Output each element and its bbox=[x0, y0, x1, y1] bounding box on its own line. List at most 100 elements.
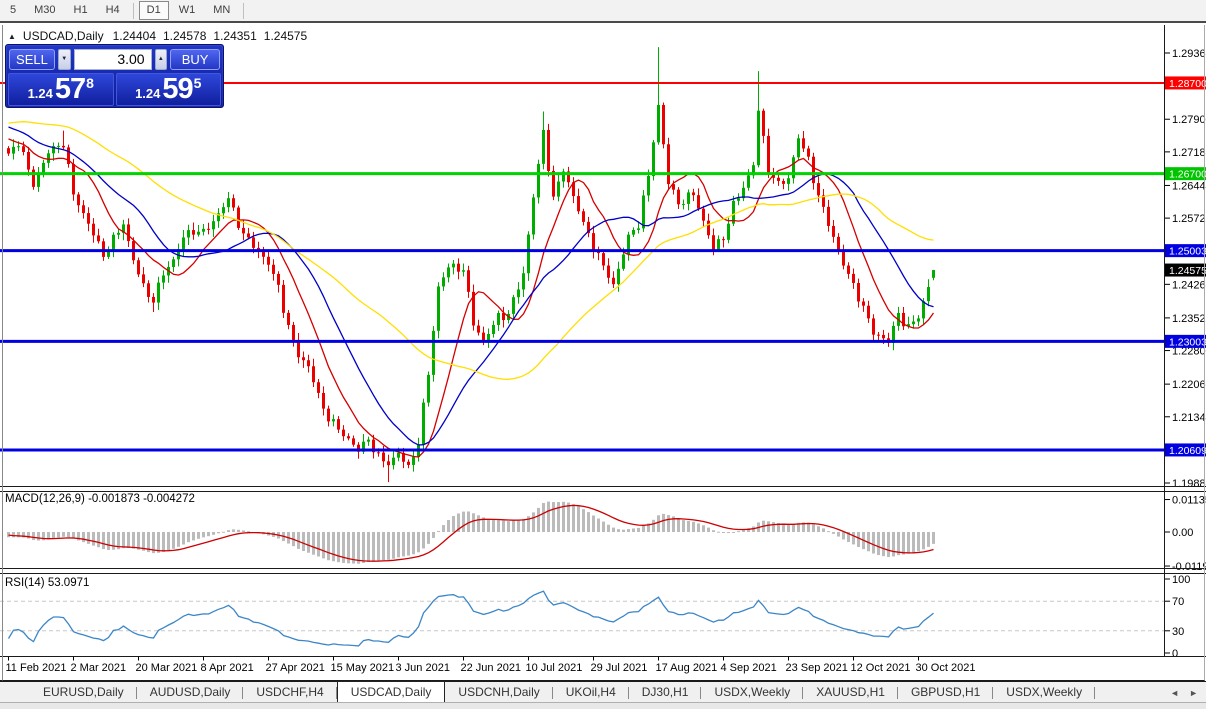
timeframe-button-h1[interactable]: H1 bbox=[66, 1, 96, 20]
chart-tab-usdx-weekly-2[interactable]: USDX,Weekly bbox=[993, 683, 1095, 702]
candle-body bbox=[22, 146, 25, 152]
chart-tab-usdx-weekly[interactable]: USDX,Weekly bbox=[701, 683, 803, 702]
candle-body bbox=[82, 205, 85, 213]
macd-histogram-bar bbox=[472, 513, 475, 532]
candle-body bbox=[717, 239, 720, 249]
candle-body bbox=[202, 229, 205, 232]
candle-body bbox=[227, 198, 230, 207]
candle-body bbox=[917, 318, 920, 321]
candle-body bbox=[927, 287, 930, 301]
macd-histogram-bar bbox=[857, 532, 860, 547]
macd-histogram-bar bbox=[427, 532, 430, 544]
macd-histogram-bar bbox=[477, 515, 480, 532]
chart-tab-audusd-daily[interactable]: AUDUSD,Daily bbox=[137, 683, 244, 702]
candle-body bbox=[27, 152, 30, 170]
timeframe-button-w1[interactable]: W1 bbox=[171, 1, 204, 20]
candle-body bbox=[667, 144, 670, 184]
candle-body bbox=[682, 204, 685, 205]
candle-body bbox=[477, 326, 480, 333]
price-tick-label: 1.19880 bbox=[1172, 478, 1206, 490]
timeframe-button-m30[interactable]: M30 bbox=[26, 1, 63, 20]
macd-histogram-bar bbox=[632, 528, 635, 532]
candle-body bbox=[632, 230, 635, 235]
macd-histogram-bar bbox=[112, 532, 115, 550]
ohlc-close: 1.24575 bbox=[264, 29, 307, 43]
macd-histogram-bar bbox=[877, 532, 880, 555]
candle-body bbox=[592, 233, 595, 251]
buy-price-prefix: 1.24 bbox=[135, 86, 160, 101]
sell-button[interactable]: SELL bbox=[9, 49, 55, 70]
chart-tab-usdchf-h4[interactable]: USDCHF,H4 bbox=[243, 683, 336, 702]
macd-pane: MACD(12,26,9) -0.001873 -0.0042720.01135… bbox=[5, 493, 1206, 573]
chart-tab-xauusd-h1[interactable]: XAUUSD,H1 bbox=[803, 683, 898, 702]
buy-price[interactable]: 1.24595 bbox=[116, 73, 222, 106]
candle-body bbox=[737, 198, 740, 201]
chart-tab-gbpusd-h1[interactable]: GBPUSD,H1 bbox=[898, 683, 993, 702]
candle-body bbox=[932, 270, 935, 278]
timeframe-button-h4[interactable]: H4 bbox=[98, 1, 128, 20]
price-tick-label: 1.23520 bbox=[1172, 313, 1206, 325]
candle-body bbox=[377, 452, 380, 453]
macd-histogram-bar bbox=[37, 532, 40, 541]
candle-body bbox=[87, 213, 90, 224]
candle-body bbox=[342, 430, 345, 437]
macd-histogram-bar bbox=[422, 532, 425, 548]
candle-body bbox=[547, 130, 550, 171]
macd-histogram-bar bbox=[307, 532, 310, 553]
chart-tab-dj30-h1[interactable]: DJ30,H1 bbox=[629, 683, 702, 702]
timeframe-button-mn[interactable]: MN bbox=[205, 1, 238, 20]
candle-body bbox=[852, 274, 855, 283]
candle-body bbox=[777, 178, 780, 181]
candle-body bbox=[327, 409, 330, 422]
macd-histogram-bar bbox=[317, 532, 320, 556]
macd-histogram-bar bbox=[362, 532, 365, 563]
macd-histogram-bar bbox=[637, 528, 640, 532]
macd-histogram-bar bbox=[222, 532, 225, 533]
candle-body bbox=[692, 192, 695, 195]
tab-scroll-right-icon[interactable]: ► bbox=[1189, 684, 1198, 702]
chart-tab-usdcad-daily[interactable]: USDCAD,Daily bbox=[337, 681, 446, 702]
candles-layer bbox=[7, 47, 935, 482]
macd-histogram-bar bbox=[437, 531, 440, 532]
macd-histogram-bar bbox=[92, 532, 95, 546]
tab-scroll-left-icon[interactable]: ◄ bbox=[1170, 684, 1179, 702]
buy-button[interactable]: BUY bbox=[170, 49, 220, 70]
macd-histogram-bar bbox=[812, 524, 815, 532]
price-level-badge-label: 1.20609 bbox=[1169, 445, 1206, 457]
candle-body bbox=[197, 232, 200, 235]
macd-histogram-bar bbox=[32, 532, 35, 540]
collapse-trade-panel-icon[interactable]: ▲ bbox=[8, 32, 16, 41]
macd-histogram-bar bbox=[817, 526, 820, 532]
candle-body bbox=[392, 458, 395, 466]
sell-price[interactable]: 1.24578 bbox=[8, 73, 114, 106]
chart-canvas[interactable]: 1.293601.279001.271801.264401.257201.242… bbox=[0, 25, 1206, 681]
macd-histogram-bar bbox=[367, 532, 370, 562]
chart-tabbar: EURUSD,Daily AUDUSD,Daily USDCHF,H4 USDC… bbox=[0, 681, 1206, 702]
macd-histogram-bar bbox=[907, 532, 910, 554]
volume-increase-button[interactable]: ▲ bbox=[155, 49, 168, 70]
candle-body bbox=[532, 197, 535, 234]
chart-tab-eurusd-daily[interactable]: EURUSD,Daily bbox=[30, 683, 137, 702]
candle-body bbox=[842, 250, 845, 265]
timeframe-button-d1[interactable]: D1 bbox=[139, 1, 169, 20]
macd-histogram-bar bbox=[82, 532, 85, 542]
chart-tab-usdcnh-daily[interactable]: USDCNH,Daily bbox=[445, 683, 552, 702]
buy-price-pip-digit: 5 bbox=[194, 75, 202, 91]
macd-histogram-bar bbox=[137, 532, 140, 550]
volume-decrease-button[interactable]: ▼ bbox=[58, 49, 71, 70]
macd-histogram-bar bbox=[702, 525, 705, 532]
macd-histogram-bar bbox=[932, 532, 935, 544]
chart-tab-ukoil-h4[interactable]: UKOil,H4 bbox=[553, 683, 629, 702]
macd-histogram-bar bbox=[722, 532, 725, 533]
macd-histogram-bar bbox=[547, 502, 550, 532]
candle-body bbox=[767, 136, 770, 173]
macd-histogram-bar bbox=[302, 532, 305, 551]
macd-histogram-bar bbox=[837, 532, 840, 537]
volume-input[interactable] bbox=[74, 49, 152, 70]
timeframe-button-m5[interactable]: 5 bbox=[2, 1, 24, 20]
macd-histogram-bar bbox=[772, 522, 775, 532]
macd-histogram-bar bbox=[692, 522, 695, 532]
candle-body bbox=[252, 237, 255, 247]
macd-histogram-bar bbox=[902, 532, 905, 555]
candle-body bbox=[312, 366, 315, 382]
